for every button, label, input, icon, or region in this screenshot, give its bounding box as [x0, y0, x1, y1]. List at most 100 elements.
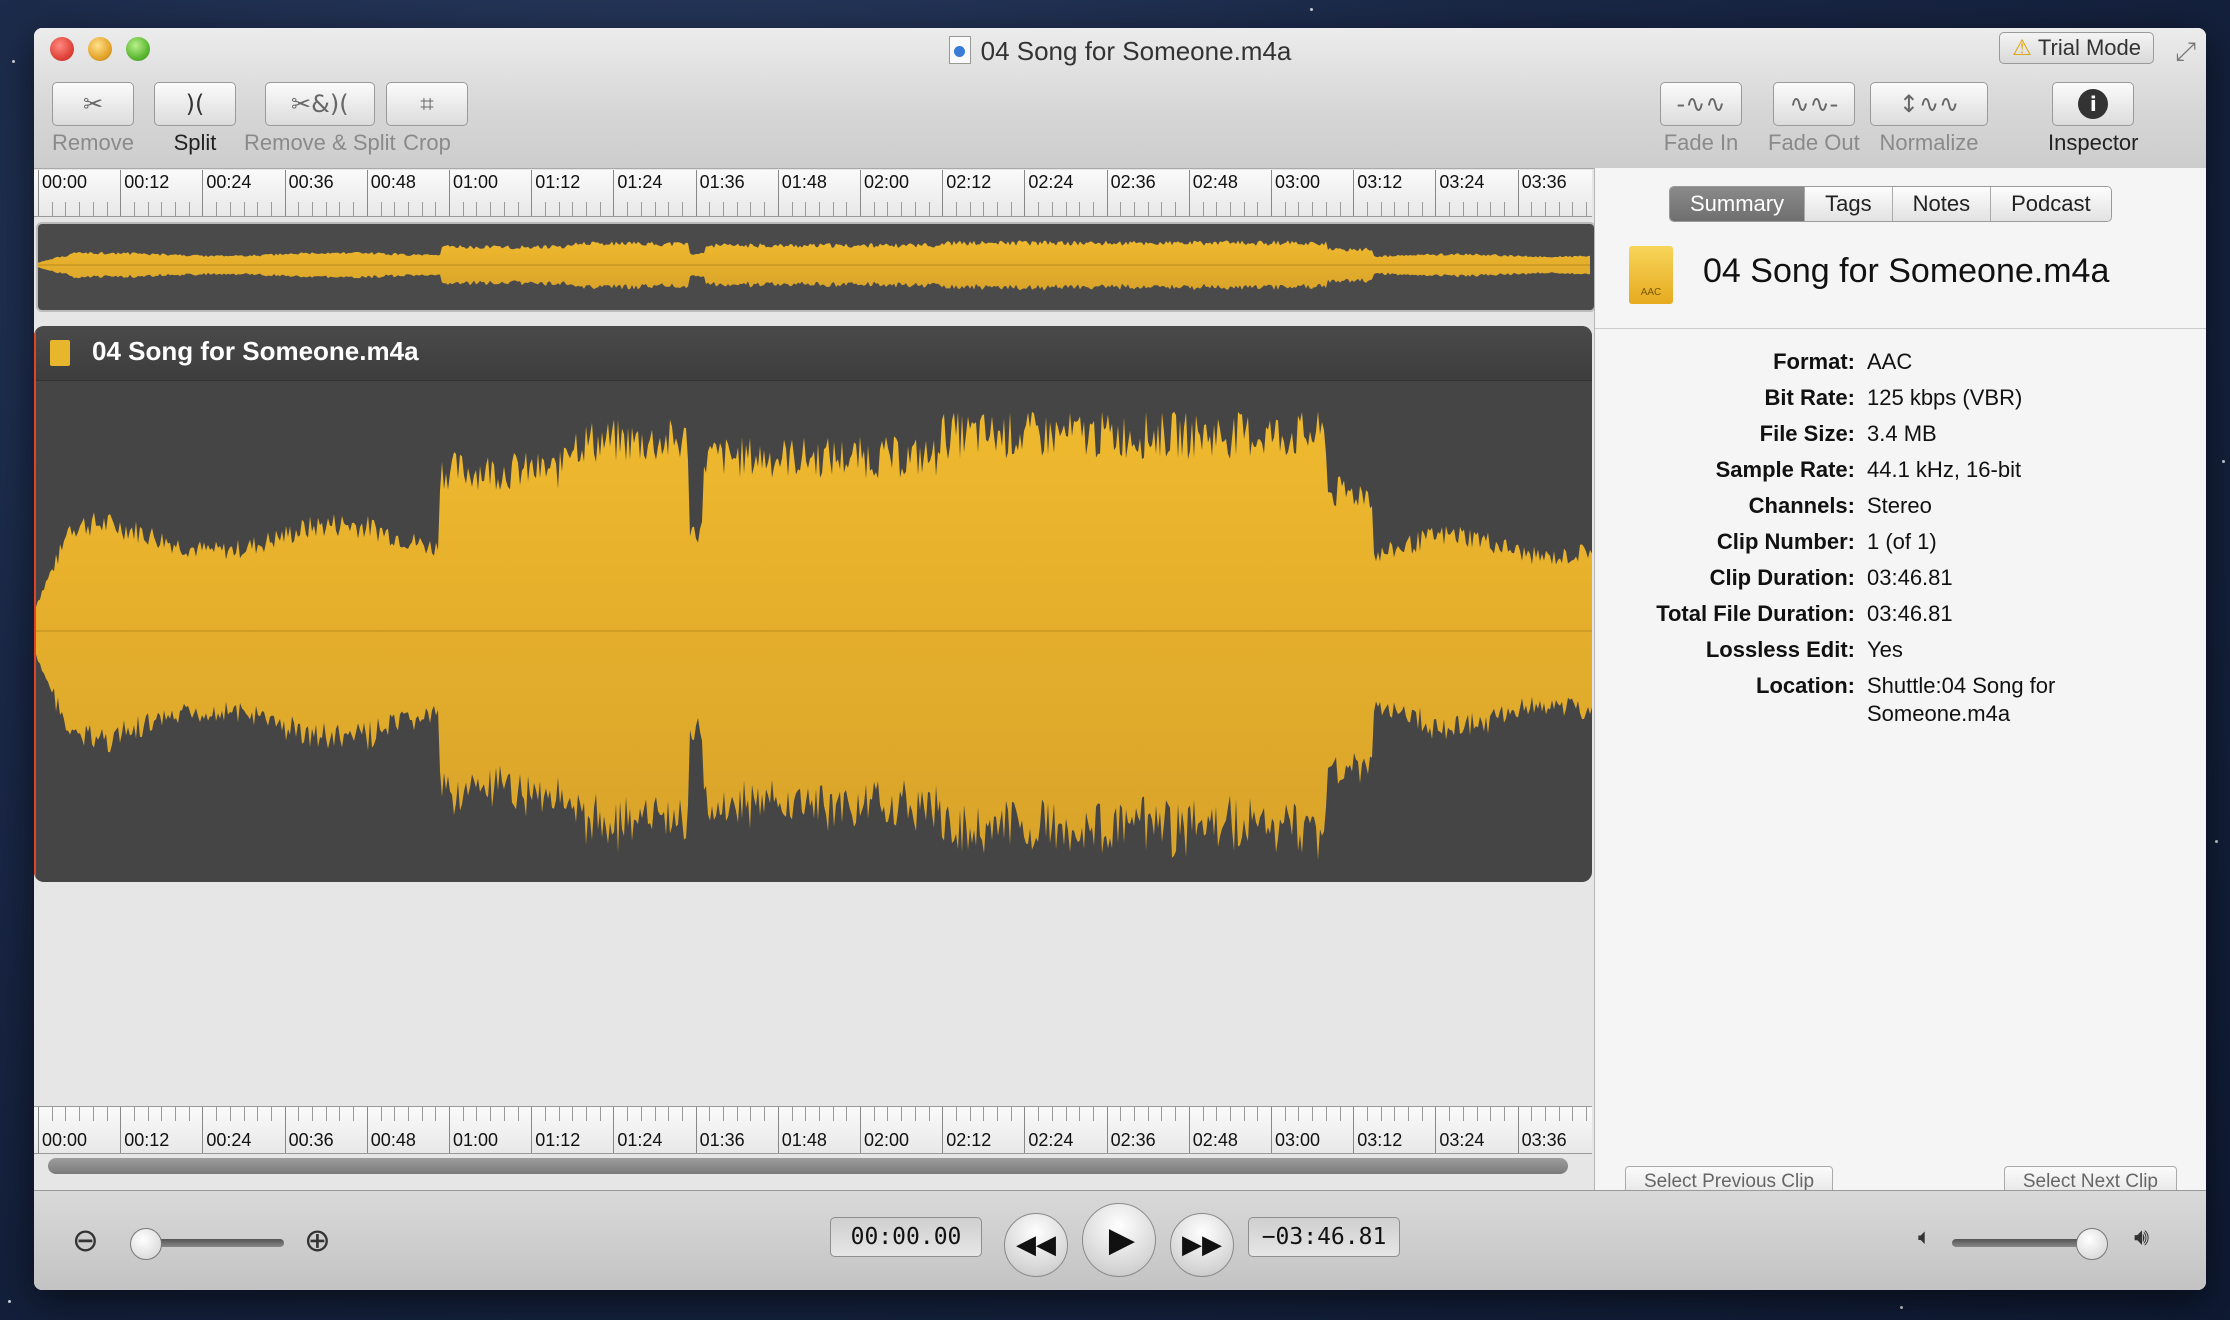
ruler-time-label: 02:48 — [1192, 172, 1238, 192]
normalize-tool[interactable]: ↕∿∿ Normalize — [1870, 82, 1988, 156]
fade-in-tool[interactable]: -∿∿ Fade In — [1660, 82, 1742, 156]
trial-mode-button[interactable]: ⚠ Trial Mode — [1999, 32, 2154, 64]
tab-summary[interactable]: Summary — [1670, 187, 1805, 221]
split-icon[interactable]: )( — [154, 82, 236, 126]
ruler-minor-tick — [901, 202, 903, 216]
ruler-time-label: 01:12 — [535, 1130, 581, 1150]
normalize-icon[interactable]: ↕∿∿ — [1870, 82, 1988, 126]
crop-tool[interactable]: ⌗ Crop — [386, 82, 468, 156]
remove-split-icon[interactable]: ✂&)( — [264, 82, 375, 126]
ruler-minor-tick — [1257, 202, 1259, 216]
remove-icon[interactable]: ✂ — [52, 82, 134, 126]
window-title: 04 Song for Someone.m4a — [34, 36, 2206, 67]
ruler-minor-tick — [1298, 1107, 1300, 1121]
zoom-out-icon[interactable]: ⊖ — [72, 1221, 99, 1259]
tab-tags[interactable]: Tags — [1804, 187, 1892, 221]
ruler-time-label: 00:48 — [370, 1130, 416, 1150]
property-row: Total File Duration: 03:46.81 — [1595, 596, 2206, 632]
ruler-minor-tick — [1120, 202, 1122, 216]
ruler-minor-tick — [92, 1107, 94, 1121]
ruler-minor-tick — [216, 202, 218, 216]
inspector-tool[interactable]: i Inspector — [2048, 82, 2139, 156]
tab-podcast[interactable]: Podcast — [1990, 187, 2111, 221]
ruler-minor-tick — [312, 1107, 313, 1121]
ruler-minor-tick — [1147, 1107, 1149, 1121]
property-value: 3.4 MB — [1867, 421, 1937, 446]
ruler-time-label: 01:00 — [453, 1130, 499, 1150]
ruler-minor-tick — [654, 1107, 656, 1121]
background-star — [12, 60, 15, 63]
ruler-time-label: 03:00 — [1275, 1130, 1321, 1150]
ruler-minor-tick — [257, 1107, 259, 1121]
property-value: Stereo — [1867, 493, 1932, 518]
tab-notes[interactable]: Notes — [1891, 187, 1991, 221]
property-row: Format: AAC — [1595, 344, 2206, 380]
rewind-icon: ◀◀ — [1016, 1230, 1056, 1260]
ruler-minor-tick — [544, 202, 546, 216]
ruler-time-label: 03:24 — [1439, 172, 1485, 192]
inspector-icon[interactable]: i — [2052, 82, 2135, 126]
background-star — [1900, 1306, 1903, 1309]
ruler-minor-tick — [791, 1107, 793, 1121]
playhead[interactable] — [34, 326, 36, 882]
ruler-time-label: 01:24 — [617, 1130, 663, 1150]
fast-forward-button[interactable]: ▶▶ — [1170, 1213, 1234, 1277]
ruler-minor-tick — [1229, 202, 1231, 216]
ruler-time-label: 02:12 — [946, 172, 992, 192]
tool-label: Remove & Split — [244, 130, 396, 155]
zoom-slider-knob[interactable] — [130, 1228, 162, 1260]
ruler-minor-tick — [1134, 1107, 1135, 1121]
inspector-file-title: 04 Song for Someone.m4a — [1703, 252, 2110, 290]
remove-split-tool[interactable]: ✂&)( Remove & Split — [244, 82, 396, 156]
zoom-in-icon[interactable]: ⊕ — [304, 1221, 331, 1259]
rewind-button[interactable]: ◀◀ — [1004, 1213, 1068, 1277]
ruler-minor-tick — [435, 1107, 437, 1121]
ruler-minor-tick — [1503, 202, 1505, 216]
property-key: Channels: — [1748, 493, 1855, 518]
clip-waveform[interactable]: 04 Song for Someone.m4a — [34, 326, 1592, 882]
fade-out-tool[interactable]: ∿∿- Fade Out — [1768, 82, 1860, 156]
ruler-minor-tick — [969, 202, 971, 216]
ruler-time-label: 00:12 — [124, 1130, 170, 1150]
ruler-minor-tick — [65, 1107, 67, 1121]
split-tool[interactable]: )(Split — [154, 82, 236, 156]
ruler-minor-tick — [832, 1107, 834, 1121]
ruler-minor-tick — [1380, 1107, 1382, 1121]
volume-slider-knob[interactable] — [2075, 1228, 2108, 1260]
aac-file-icon — [50, 340, 70, 366]
ruler-minor-tick — [572, 1107, 574, 1121]
ruler-minor-tick — [736, 1107, 738, 1121]
ruler-time-label: 02:24 — [1028, 1130, 1074, 1150]
ruler-minor-tick — [1558, 202, 1560, 216]
horizontal-scrollbar[interactable] — [48, 1158, 1568, 1174]
fade-out-icon[interactable]: ∿∿- — [1772, 82, 1855, 126]
property-value: 03:46.81 — [1867, 565, 1953, 590]
ruler-minor-tick — [353, 202, 355, 216]
crop-icon[interactable]: ⌗ — [386, 82, 468, 126]
ruler-minor-tick — [723, 1107, 724, 1121]
file-properties: Format: AAC Bit Rate: 125 kbps (VBR) File Si… — [1595, 344, 2206, 728]
ruler-minor-tick — [997, 1107, 998, 1121]
ruler-minor-tick — [270, 202, 272, 216]
remove-tool[interactable]: ✂ Remove — [52, 82, 134, 156]
ruler-minor-tick — [133, 202, 135, 216]
ruler-minor-tick — [846, 202, 848, 216]
background-star — [2215, 840, 2218, 843]
ruler-minor-tick — [1010, 1107, 1012, 1121]
property-row: Sample Rate: 44.1 kHz, 16-bit — [1595, 452, 2206, 488]
ruler-time-label: 02:36 — [1110, 172, 1156, 192]
fade-in-icon[interactable]: -∿∿ — [1660, 82, 1742, 126]
fullscreen-icon[interactable]: ⤢ — [2175, 36, 2196, 68]
property-key: Sample Rate: — [1715, 457, 1855, 482]
ruler-minor-tick — [805, 202, 807, 216]
ruler-minor-tick — [298, 202, 300, 216]
ruler-minor-tick — [544, 1107, 546, 1121]
overview-waveform[interactable] — [36, 222, 1596, 312]
tool-label: Crop — [403, 130, 451, 155]
ruler-minor-tick — [1051, 202, 1053, 216]
ruler-minor-tick — [764, 202, 766, 216]
ruler-minor-tick — [791, 202, 793, 216]
play-button[interactable]: ▶ — [1082, 1203, 1156, 1277]
document-icon — [948, 36, 971, 64]
ruler-minor-tick — [640, 1107, 642, 1121]
